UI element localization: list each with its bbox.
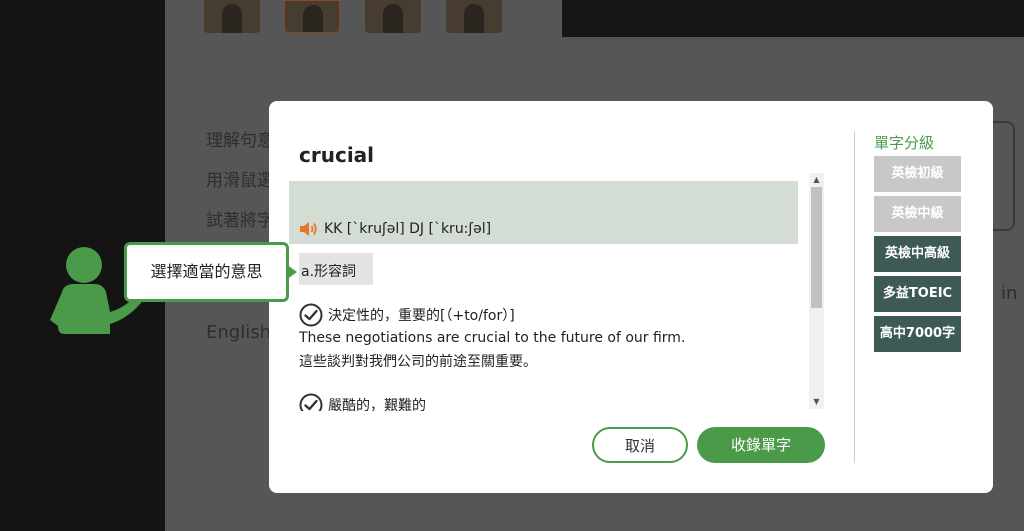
- definition-meaning: 決定性的，重要的[（+to/for）]: [328, 308, 515, 324]
- background-instruction: 用滑鼠選: [206, 171, 274, 191]
- word-dialog: crucial KK [ˋkruʃəl] DJ [ˋkru:ʃəl] a.形容詞…: [269, 101, 993, 493]
- background-instruction: 試著將字: [206, 211, 274, 231]
- part-of-speech-label: a.形容詞: [299, 253, 373, 285]
- background-instruction: 理解句意: [206, 131, 274, 151]
- level-tag-toeic[interactable]: 多益TOEIC: [874, 276, 961, 312]
- collect-word-button[interactable]: 收錄單字: [697, 427, 825, 463]
- definition-scroll-area[interactable]: KK [ˋkruʃəl] DJ [ˋkru:ʃəl] a.形容詞 決定性的，重要…: [289, 181, 799, 411]
- scroll-up-arrow-icon[interactable]: ▲: [809, 173, 824, 187]
- background-header-strip: [562, 0, 1024, 37]
- tip-speech-bubble: 選擇適當的意思: [124, 242, 289, 302]
- video-thumbnail[interactable]: [365, 0, 421, 33]
- level-tag-high-intermediate[interactable]: 英檢中高級: [874, 236, 961, 272]
- video-thumbnail[interactable]: [204, 0, 260, 33]
- background-box: [993, 121, 1015, 231]
- pronunciation-band: KK [ˋkruʃəl] DJ [ˋkru:ʃəl]: [289, 181, 798, 244]
- scroll-down-arrow-icon[interactable]: ▼: [809, 395, 824, 409]
- level-tag-highschool-7000[interactable]: 高中7000字: [874, 316, 961, 352]
- scrollbar-thumb[interactable]: [811, 187, 822, 308]
- check-circle-icon[interactable]: [299, 303, 323, 327]
- level-tag-elementary[interactable]: 英檢初級: [874, 156, 961, 192]
- video-thumbnail[interactable]: [284, 0, 340, 33]
- speaker-icon[interactable]: [299, 220, 319, 238]
- pronunciation-text: KK [ˋkruʃəl] DJ [ˋkru:ʃəl]: [324, 221, 492, 237]
- definition-option[interactable]: 嚴酷的，艱難的: [299, 393, 426, 411]
- background-text-fragment: in: [1001, 283, 1018, 304]
- background-english-label: English: [206, 322, 271, 343]
- bubble-pointer: [286, 264, 297, 280]
- video-thumbnail[interactable]: [446, 0, 502, 33]
- divider: [854, 131, 855, 463]
- word-level-title: 單字分級: [874, 134, 935, 152]
- definition-meaning: 嚴酷的，艱難的: [328, 398, 426, 411]
- word-title: crucial: [299, 143, 375, 167]
- example-chinese: 這些談判對我們公司的前途至關重要。: [299, 354, 537, 370]
- check-circle-icon[interactable]: [299, 393, 323, 411]
- example-english: These negotiations are crucial to the fu…: [299, 330, 686, 346]
- level-tag-intermediate[interactable]: 英檢中級: [874, 196, 961, 232]
- pronunciation-row: KK [ˋkruʃəl] DJ [ˋkru:ʃəl]: [299, 220, 491, 238]
- definition-option[interactable]: 決定性的，重要的[（+to/for）]: [299, 303, 515, 327]
- cancel-button[interactable]: 取消: [592, 427, 688, 463]
- scrollbar[interactable]: ▲ ▼: [809, 173, 824, 409]
